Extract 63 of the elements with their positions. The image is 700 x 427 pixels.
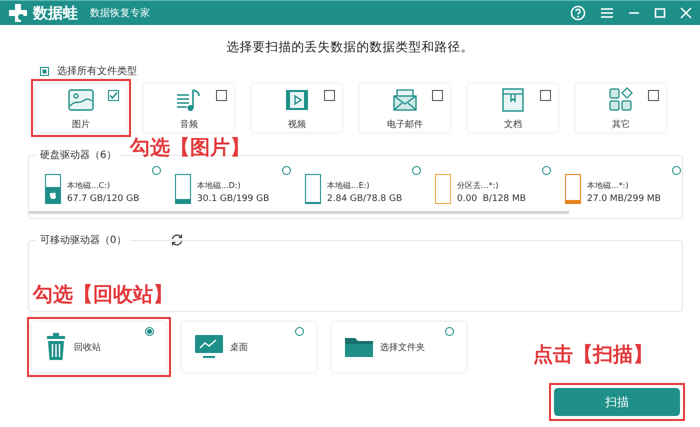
file-type-label: 音频 <box>180 118 198 130</box>
file-type-checkbox[interactable] <box>432 90 443 101</box>
file-type-card[interactable]: 其它 <box>576 84 666 132</box>
location-label: 回收站 <box>74 342 101 354</box>
annotation-text: 勾选【图片】 <box>130 134 250 161</box>
folder-icon <box>344 335 374 359</box>
file-type-label: 视频 <box>288 118 306 130</box>
maximize-icon[interactable] <box>654 7 666 19</box>
file-type-checkbox[interactable] <box>540 90 551 101</box>
menu-icon[interactable] <box>600 7 614 19</box>
file-type-label: 文档 <box>504 118 522 130</box>
drive-radio[interactable] <box>282 166 291 175</box>
file-type-label: 其它 <box>612 118 630 130</box>
section-label: 可移动驱动器（0） <box>36 233 130 247</box>
location-card[interactable]: 桌面 <box>182 322 316 372</box>
location-card[interactable]: 选择文件夹 <box>332 322 466 372</box>
help-icon[interactable] <box>570 5 586 21</box>
app-subtitle: 数据恢复专家 <box>90 6 150 20</box>
drive-name: 本地磁...C:) <box>67 180 112 191</box>
location-radio[interactable] <box>445 327 454 336</box>
refresh-icon[interactable] <box>170 233 184 247</box>
file-type-card[interactable]: 文档 <box>468 84 558 132</box>
drive-radio[interactable] <box>542 166 551 175</box>
scan-button[interactable]: 扫描 <box>554 388 680 416</box>
trash-can-icon <box>44 333 68 361</box>
drive-usage: 2.84 GB/78.8 GB <box>327 194 402 204</box>
drive-usage: 27.0 MB/299 MB <box>587 194 661 204</box>
monitor-icon <box>194 334 224 360</box>
drive-radio[interactable] <box>672 166 681 175</box>
location-card[interactable]: 回收站 <box>32 322 166 372</box>
file-type-label: 电子邮件 <box>387 118 423 130</box>
drive-name: 本地磁...*:) <box>587 180 630 191</box>
drive-usage: 30.1 GB/199 GB <box>197 194 270 204</box>
file-type-checkbox[interactable] <box>108 90 119 101</box>
drive-radio[interactable] <box>152 166 161 175</box>
file-type-card[interactable]: 音频 <box>144 84 234 132</box>
drive-radio[interactable] <box>412 166 421 175</box>
grid-shapes-icon <box>607 86 635 114</box>
file-type-checkbox[interactable] <box>324 90 335 101</box>
location-radio[interactable] <box>295 327 304 336</box>
section-label: 硬盘驱动器（6） <box>36 148 120 162</box>
annotation-text: 点击【扫描】 <box>533 341 653 368</box>
drive-name: 本地磁...E:) <box>327 180 370 191</box>
drive-name: 本地磁...D:) <box>197 180 242 191</box>
close-icon[interactable] <box>680 7 692 19</box>
file-type-card[interactable]: 电子邮件 <box>360 84 450 132</box>
file-type-checkbox[interactable] <box>648 90 659 101</box>
file-type-checkbox[interactable] <box>216 90 227 101</box>
file-type-label: 图片 <box>72 118 90 130</box>
location-radio[interactable] <box>145 327 154 336</box>
scrollbar-thumb[interactable] <box>29 211 569 214</box>
annotation-text: 勾选【回收站】 <box>33 281 173 308</box>
app-logo-text: 数据蛙 <box>33 4 78 22</box>
file-type-card[interactable]: 图片 <box>36 84 126 132</box>
select-all-label: 选择所有文件类型 <box>57 64 137 78</box>
file-type-card[interactable]: 视频 <box>252 84 342 132</box>
drive-usage: 0.00 B/128 MB <box>457 194 526 204</box>
drive-usage: 67.7 GB/120 GB <box>67 194 140 204</box>
location-label: 选择文件夹 <box>380 342 425 354</box>
select-all-checkbox[interactable] <box>40 66 49 76</box>
instruction-text: 选择要扫描的丢失数据的数据类型和路径。 <box>226 39 474 56</box>
location-label: 桌面 <box>230 342 248 354</box>
drive-name: 分区丢...*:) <box>457 180 500 191</box>
